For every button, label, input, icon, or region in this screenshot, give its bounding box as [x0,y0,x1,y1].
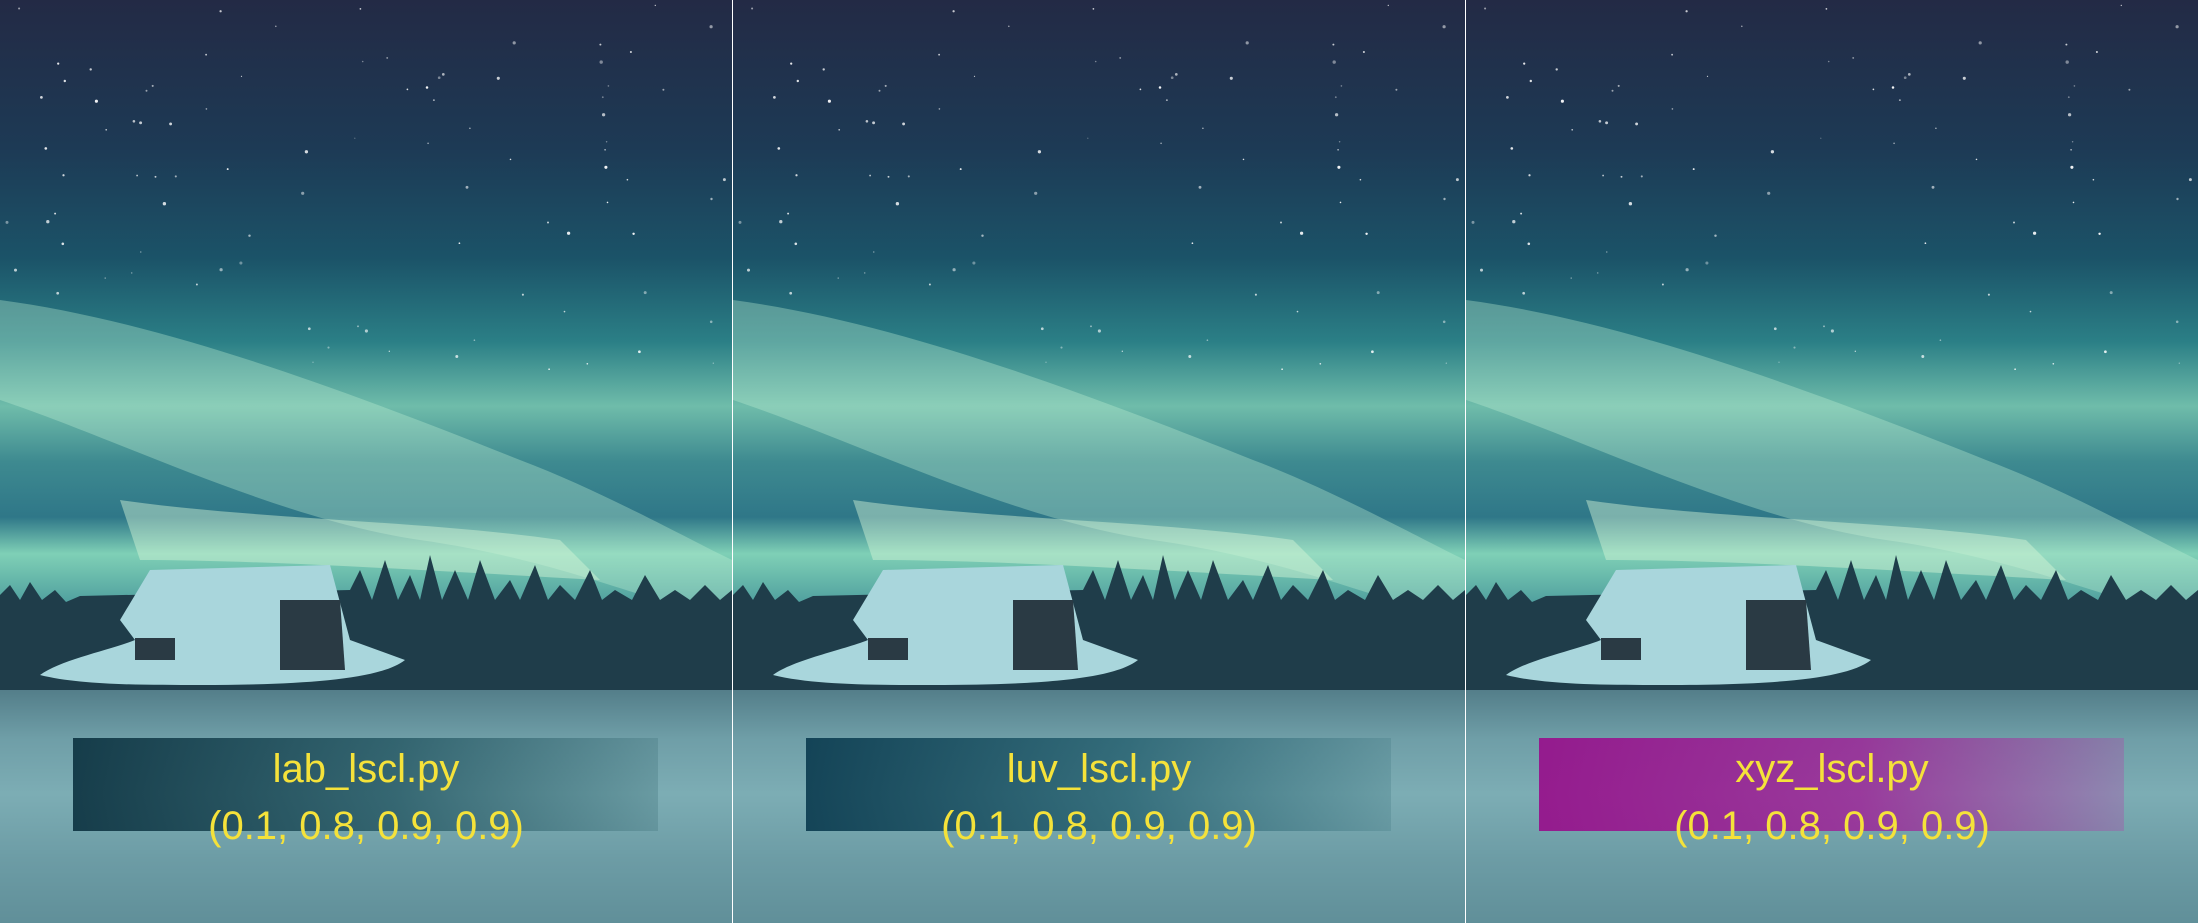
panel-lab: lab_lscl.py (0.1, 0.8, 0.9, 0.9) [0,0,732,923]
script-name-label: lab_lscl.py [272,747,460,791]
script-name-label: xyz_lscl.py [1735,747,1929,791]
parameter-values-label: (0.1, 0.8, 0.9, 0.9) [208,804,524,848]
comparison-panels: lab_lscl.py (0.1, 0.8, 0.9, 0.9) luv_lsc… [0,0,2199,923]
parameter-values-label: (0.1, 0.8, 0.9, 0.9) [941,804,1257,848]
panel-luv: luv_lscl.py (0.1, 0.8, 0.9, 0.9) [733,0,1465,923]
panel-xyz: xyz_lscl.py (0.1, 0.8, 0.9, 0.9) [1466,0,2198,923]
parameter-values-label: (0.1, 0.8, 0.9, 0.9) [1674,804,1990,848]
script-name-label: luv_lscl.py [1006,747,1192,791]
